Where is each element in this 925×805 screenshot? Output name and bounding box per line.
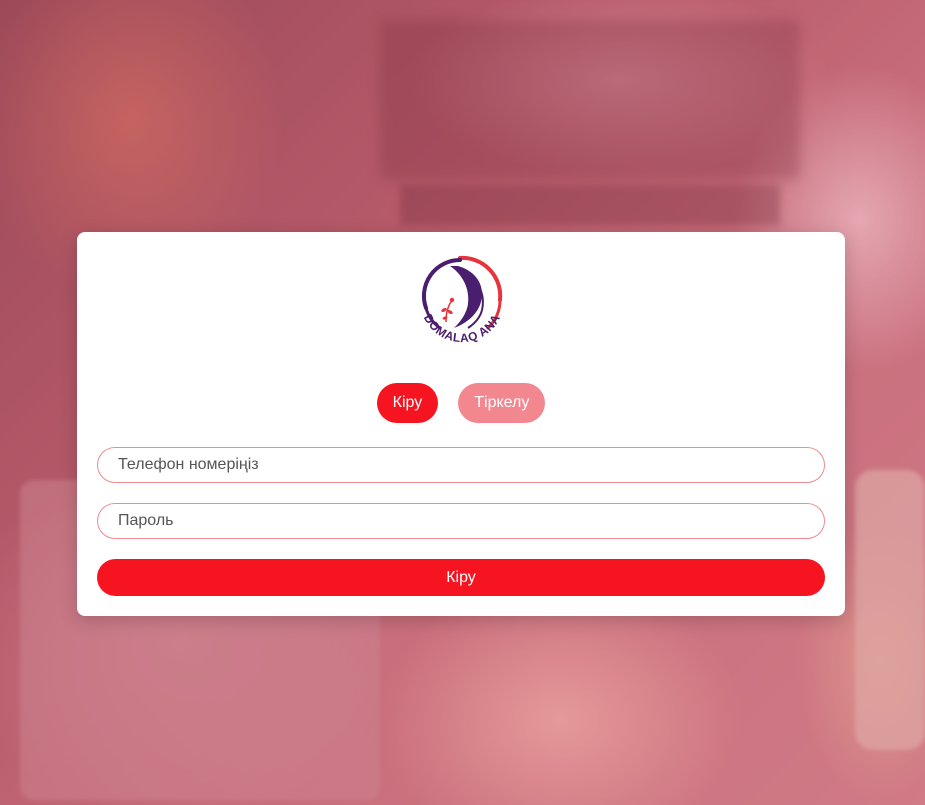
logo-wordmark: DOMALAQ ANA [421, 312, 503, 346]
phone-number-input[interactable] [97, 447, 825, 483]
tab-login[interactable]: Кіру [376, 383, 439, 423]
password-input[interactable] [97, 503, 825, 539]
login-card: DOMALAQ ANA Кіру Тіркелу Кіру [77, 232, 845, 616]
auth-tabs: Кіру Тіркелу [77, 383, 845, 423]
domalaq-ana-logo: DOMALAQ ANA [421, 255, 503, 346]
login-submit-button[interactable]: Кіру [97, 559, 825, 596]
tab-register[interactable]: Тіркелу [458, 383, 546, 423]
